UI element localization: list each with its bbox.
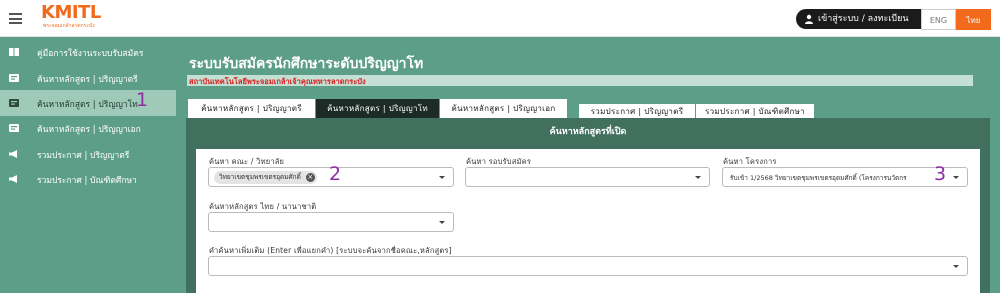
sidebar-item-master-search[interactable]: ค้นหาหลักสูตร | ปริญญาโท xyxy=(0,90,176,116)
panel-title: ค้นหาหลักสูตรที่เปิด xyxy=(549,127,627,137)
chevron-down-icon xyxy=(953,176,959,179)
sidebar-item-label: ค้นหาหลักสูตร | ปริญญาโท xyxy=(37,100,138,110)
sidebar-item-doctoral-search[interactable]: ค้นหาหลักสูตร | ปริญญาเอก xyxy=(0,115,176,141)
marker-3: 3 xyxy=(934,163,947,185)
lang-en-button[interactable]: ENG xyxy=(921,9,956,30)
chevron-down-icon xyxy=(953,265,959,268)
megaphone-icon xyxy=(9,175,17,183)
tab-doctoral-search[interactable]: ค้นหาหลักสูตร | ปริญญาเอก xyxy=(440,99,567,118)
page-subtitle: สถาบันเทคโนโลยีพระจอมเกล้าเจ้าคุณทหารลาด… xyxy=(189,77,366,86)
book-icon xyxy=(9,48,19,56)
chevron-down-icon xyxy=(695,176,701,179)
login-label: เข้าสู่ระบบ / ลงทะเบียน xyxy=(818,14,909,24)
logo-subtext: พระจอมเกล้าลาดกระบัง xyxy=(43,23,95,29)
chevron-down-icon xyxy=(439,221,445,224)
marker-1: 1 xyxy=(136,89,149,111)
sidebar: คู่มือการใช้งานระบบรับสมัคร ค้นหาหลักสูต… xyxy=(0,37,176,293)
keyword-input[interactable] xyxy=(208,256,968,276)
tab-master-search[interactable]: ค้นหาหลักสูตร | ปริญญาโท xyxy=(316,99,439,118)
logo-text: KMITL xyxy=(41,2,101,23)
search-list-icon xyxy=(9,99,19,107)
faculty-chip-label: วิทยาเขตชุมพรเขตรอุดมศักดิ์ xyxy=(219,173,301,181)
sidebar-item-label: ค้นหาหลักสูตร | ปริญญาเอก xyxy=(37,125,141,135)
hamburger-menu-icon[interactable] xyxy=(9,13,22,24)
tab-bachelor-announcements[interactable]: รวมประกาศ | ปริญญาตรี xyxy=(578,103,696,118)
search-list-icon xyxy=(9,74,19,82)
faculty-chip: วิทยาเขตชุมพรเขตรอุดมศักดิ์ × xyxy=(214,171,317,184)
kmitl-logo[interactable]: KMITL พระจอมเกล้าลาดกระบัง xyxy=(41,2,101,30)
sidebar-item-bachelor-announcements[interactable]: รวมประกาศ | ปริญญาตรี xyxy=(0,141,176,167)
sidebar-item-manual[interactable]: คู่มือการใช้งานระบบรับสมัคร xyxy=(0,39,176,65)
page-title: ระบบรับสมัครนักศึกษาระดับปริญญาโท xyxy=(189,56,424,72)
program-type-select[interactable] xyxy=(208,212,454,232)
tab-graduate-announcements[interactable]: รวมประกาศ | บัณฑิตศึกษา xyxy=(695,103,815,118)
user-icon xyxy=(805,14,813,24)
search-list-icon xyxy=(9,124,19,132)
sidebar-item-label: ค้นหาหลักสูตร | ปริญญาตรี xyxy=(37,75,138,85)
search-form: ค้นหา คณะ / วิทยาลัย วิทยาเขตชุมพรเขตรอุ… xyxy=(196,149,980,293)
remove-chip-icon[interactable]: × xyxy=(305,173,315,182)
project-value: รับเข้า 1/2568 วิทยาเขตชุมพรเขตรอุดมศักด… xyxy=(730,174,907,182)
search-panel: ค้นหาหลักสูตรที่เปิด ค้นหา คณะ / วิทยาลั… xyxy=(186,118,990,293)
megaphone-icon xyxy=(9,150,17,158)
marker-2: 2 xyxy=(329,163,342,185)
lang-th-button[interactable]: ไทย xyxy=(956,9,991,30)
sidebar-item-label: คู่มือการใช้งานระบบรับสมัคร xyxy=(37,49,144,59)
chevron-down-icon xyxy=(439,176,445,179)
sidebar-item-bachelor-search[interactable]: ค้นหาหลักสูตร | ปริญญาตรี xyxy=(0,65,176,91)
sidebar-item-graduate-announcements[interactable]: รวมประกาศ | บัณฑิตศึกษา xyxy=(0,166,176,192)
project-select[interactable]: รับเข้า 1/2568 วิทยาเขตชุมพรเขตรอุดมศักด… xyxy=(722,167,968,187)
sidebar-item-label: รวมประกาศ | บัณฑิตศึกษา xyxy=(37,176,137,186)
main-content: ระบบรับสมัครนักศึกษาระดับปริญญาโท สถาบัน… xyxy=(176,37,1000,293)
sidebar-item-label: รวมประกาศ | ปริญญาตรี xyxy=(37,151,130,161)
tab-bachelor-search[interactable]: ค้นหาหลักสูตร | ปริญญาตรี xyxy=(188,99,315,118)
top-bar: KMITL พระจอมเกล้าลาดกระบัง เข้าสู่ระบบ /… xyxy=(0,0,1000,37)
round-select[interactable] xyxy=(465,167,710,187)
